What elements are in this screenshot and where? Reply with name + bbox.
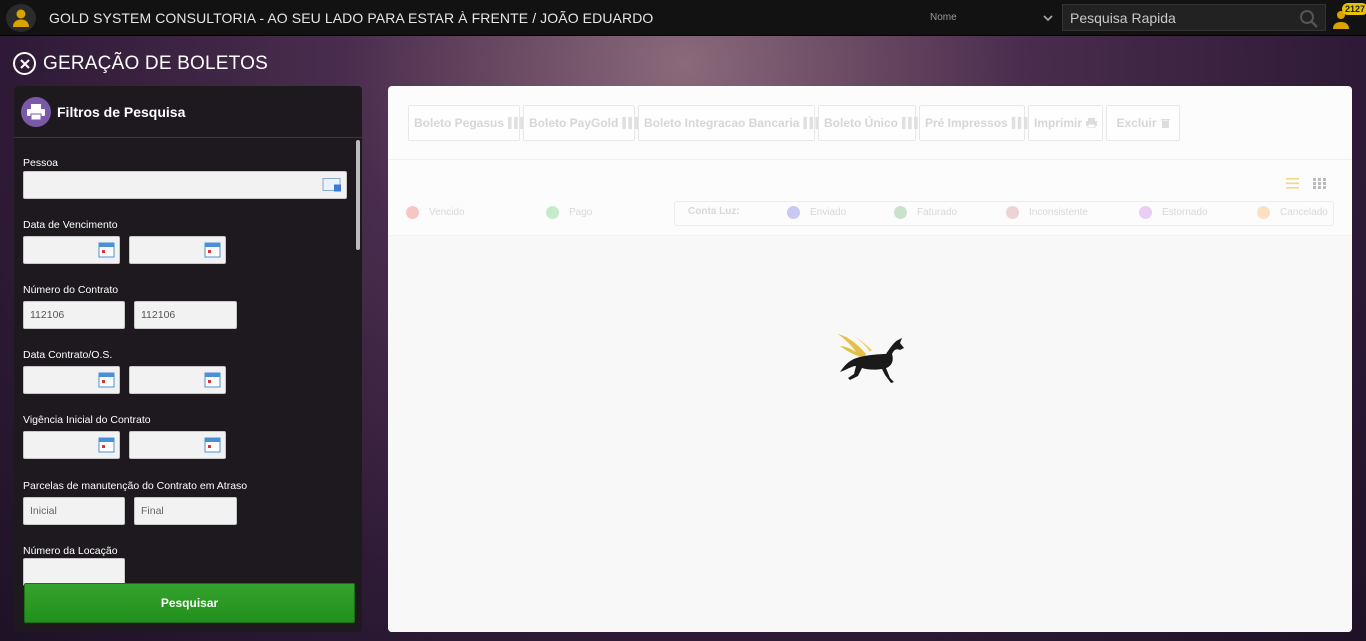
filters-panel: Filtros de Pesquisa Pessoa Data de Venci… — [14, 86, 362, 632]
quick-search-input[interactable] — [1063, 5, 1293, 30]
close-icon — [19, 58, 30, 69]
calendar-icon[interactable] — [204, 241, 221, 258]
contrato-from-field[interactable]: 112106 — [23, 301, 125, 329]
grid-view-icon[interactable] — [1313, 178, 1326, 189]
search-field-select-label: Nome — [930, 12, 957, 23]
boleto-toolbar: Boleto Pegasus ▌▌▌▌ Boleto PayGold ▌▌▌▌ Bo… — [408, 105, 1183, 141]
legend-vencido-label: Vencido — [429, 207, 465, 218]
vigencia-to-field[interactable] — [129, 431, 226, 459]
calendar-icon[interactable] — [204, 436, 221, 453]
legend-estornado: Estornado — [1139, 206, 1208, 219]
search-button[interactable]: Pesquisar — [24, 583, 355, 623]
legend-cancelado: Cancelado — [1257, 206, 1328, 219]
vencimento-from-field[interactable] — [23, 236, 120, 264]
pre-impressos-button[interactable]: Pré Impressos ▌▌▌▌ — [919, 105, 1037, 141]
status-dot-icon — [546, 206, 559, 219]
calendar-icon[interactable] — [204, 371, 221, 388]
legend-estornado-label: Estornado — [1162, 207, 1208, 218]
imprimir-label: Imprimir — [1034, 116, 1083, 130]
locacao-label: Número da Locação — [23, 545, 118, 557]
contrato-label: Número do Contrato — [23, 284, 119, 296]
user-avatar-icon[interactable] — [6, 4, 36, 32]
legend-cancelado-label: Cancelado — [1280, 207, 1328, 218]
status-dot-icon — [894, 206, 907, 219]
quick-search — [1062, 4, 1326, 31]
status-dot-icon — [1257, 206, 1270, 219]
results-panel: Boleto Pegasus ▌▌▌▌ Boleto PayGold ▌▌▌▌ Bo… — [388, 86, 1352, 632]
filters-title: Filtros de Pesquisa — [57, 103, 186, 120]
boleto-pegasus-label: Boleto Pegasus — [414, 116, 505, 130]
page-title-bar: GERAÇÃO DE BOLETOS — [13, 52, 268, 75]
legend-faturado: Faturado — [894, 206, 957, 219]
lookup-icon[interactable] — [322, 176, 342, 193]
data-contrato-from-field[interactable] — [23, 366, 120, 394]
view-toggle — [1286, 178, 1326, 189]
page-title: GERAÇÃO DE BOLETOS — [43, 52, 268, 74]
data-contrato-label: Data Contrato/O.S. — [23, 349, 113, 361]
legend-conta-luz: Conta Luz: — [688, 206, 740, 217]
excluir-label: Excluir — [1116, 116, 1157, 130]
vigencia-from-field[interactable] — [23, 431, 120, 459]
excluir-button[interactable]: Excluir — [1106, 105, 1180, 141]
chevron-down-icon — [1042, 12, 1054, 31]
boleto-paygold-label: Boleto PayGold — [529, 116, 619, 130]
search-icon[interactable] — [1299, 9, 1319, 33]
parcelas-label: Parcelas de manutenção do Contrato em At… — [23, 480, 248, 492]
legend-pago: Pago — [546, 206, 592, 219]
status-dot-icon — [1139, 206, 1152, 219]
vencimento-to-field[interactable] — [129, 236, 226, 264]
legend-enviado-label: Enviado — [810, 207, 847, 218]
trash-icon — [1160, 119, 1170, 128]
data-contrato-to-field[interactable] — [129, 366, 226, 394]
filters-header: Filtros de Pesquisa — [14, 86, 362, 138]
filters-scrollbar[interactable] — [356, 140, 360, 250]
parcelas-inicial-field[interactable]: Inicial — [23, 497, 125, 525]
app-title: GOLD SYSTEM CONSULTORIA - AO SEU LADO PA… — [49, 10, 654, 26]
legend-vencido: Vencido — [406, 206, 465, 219]
close-page-button[interactable] — [13, 52, 36, 75]
boleto-integracao-button[interactable]: Boleto Integracao Bancaria ▌▌▌▌ — [638, 105, 829, 141]
pegasus-loading-icon — [836, 330, 908, 392]
calendar-icon[interactable] — [98, 371, 115, 388]
boleto-unico-label: Boleto Único — [824, 116, 898, 130]
vigencia-label: Vigência Inicial do Contrato — [23, 414, 151, 426]
printer-icon — [1086, 118, 1097, 128]
calendar-icon[interactable] — [98, 241, 115, 258]
divider — [388, 159, 1352, 160]
printer-icon — [21, 96, 51, 127]
status-dot-icon — [1006, 206, 1019, 219]
legend-enviado: Enviado — [787, 206, 846, 219]
status-dot-icon — [787, 206, 800, 219]
legend-inconsistente: Inconsistente — [1006, 206, 1088, 219]
status-dot-icon — [406, 206, 419, 219]
boleto-unico-button[interactable]: Boleto Único ▌▌▌▌ — [818, 105, 927, 141]
list-view-icon[interactable] — [1286, 178, 1299, 189]
boleto-integracao-label: Boleto Integracao Bancaria — [644, 116, 800, 130]
vencimento-label: Data de Vencimento — [23, 219, 118, 231]
results-area — [388, 236, 1352, 632]
boleto-pegasus-button[interactable]: Boleto Pegasus ▌▌▌▌ — [408, 105, 533, 141]
pre-impressos-label: Pré Impressos — [925, 116, 1008, 130]
pessoa-label: Pessoa — [23, 157, 59, 169]
top-bar: GOLD SYSTEM CONSULTORIA - AO SEU LADO PA… — [0, 0, 1366, 36]
calendar-icon[interactable] — [98, 436, 115, 453]
legend-inconsistente-label: Inconsistente — [1029, 207, 1088, 218]
imprimir-button[interactable]: Imprimir — [1028, 105, 1103, 141]
search-field-select[interactable]: Nome — [926, 9, 1056, 27]
status-legend: Vencido Pago Conta Luz: Enviado Faturado… — [406, 206, 1336, 228]
notifications-button[interactable]: 2127 — [1333, 3, 1366, 31]
boleto-paygold-button[interactable]: Boleto PayGold ▌▌▌▌ — [523, 105, 648, 141]
contrato-to-field[interactable]: 112106 — [134, 301, 237, 329]
notification-badge: 2127 — [1342, 3, 1366, 15]
pessoa-field[interactable] — [23, 171, 347, 199]
locacao-field[interactable] — [23, 558, 125, 586]
legend-pago-label: Pago — [569, 207, 593, 218]
legend-faturado-label: Faturado — [917, 207, 958, 218]
parcelas-final-field[interactable]: Final — [134, 497, 237, 525]
